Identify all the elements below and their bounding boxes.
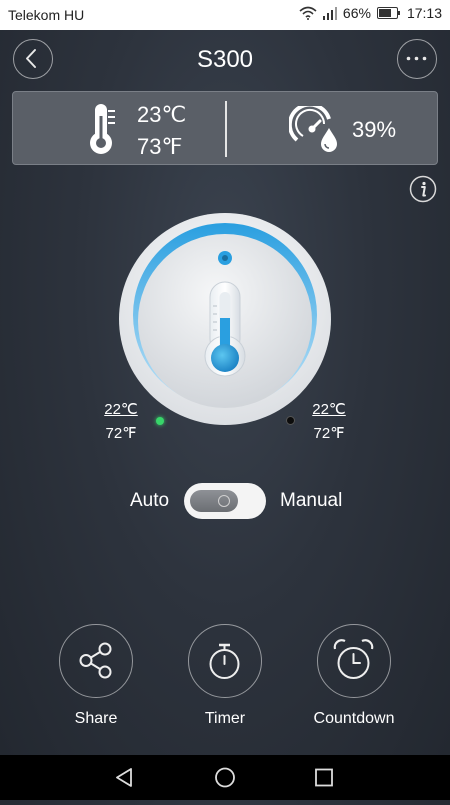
left-indicator-led <box>156 417 164 425</box>
current-temperature-f: 73℉ <box>137 134 183 159</box>
square-recents-icon <box>315 768 333 787</box>
panel-divider <box>225 101 227 157</box>
right-setpoint-f: 72℉ <box>313 425 345 442</box>
battery-icon <box>376 7 400 19</box>
page-title: S300 <box>196 46 254 73</box>
share-button[interactable] <box>59 624 133 698</box>
right-indicator-led <box>286 416 295 425</box>
wifi-icon <box>299 6 317 20</box>
right-setpoint-c: 22℃ <box>312 401 346 418</box>
system-nav-bar <box>0 755 450 800</box>
carrier-name: Telekom HU <box>8 7 85 23</box>
right-setpoint: 22℃ 72℉ <box>306 398 352 446</box>
alarm-clock-icon <box>333 639 374 679</box>
timer-label: Timer <box>204 710 246 727</box>
current-humidity: 39% <box>352 117 397 142</box>
left-setpoint-c: 22℃ <box>104 401 138 418</box>
nav-back-button[interactable] <box>94 755 154 800</box>
readings-panel: 23℃ 73℉ 39% <box>12 91 438 165</box>
left-setpoint: 22℃ 72℉ <box>98 398 144 446</box>
toggle-knob[interactable] <box>190 490 238 512</box>
humidity-gauge-icon <box>289 106 337 152</box>
nav-home-button[interactable] <box>195 755 255 800</box>
mode-auto-label[interactable]: Auto <box>130 490 169 512</box>
info-icon[interactable] <box>409 175 437 203</box>
battery-percent: 66% <box>342 5 371 21</box>
mode-toggle[interactable] <box>184 483 266 519</box>
signal-icon <box>322 6 337 20</box>
thermometer-icon <box>90 104 115 154</box>
triangle-back-icon <box>116 768 132 787</box>
more-horizontal-icon <box>406 56 427 61</box>
share-label: Share <box>74 710 118 727</box>
nav-recents-button[interactable] <box>294 755 354 800</box>
countdown-button[interactable] <box>317 624 391 698</box>
timer-button[interactable] <box>188 624 262 698</box>
clock: 17:13 <box>406 5 442 21</box>
stopwatch-icon <box>209 643 240 679</box>
temperature-dial[interactable] <box>116 210 334 428</box>
dial-graphic <box>119 213 331 425</box>
left-setpoint-f: 72℉ <box>105 425 137 442</box>
more-options-button[interactable] <box>397 39 437 79</box>
current-temperature-c: 23℃ <box>137 102 187 127</box>
mode-manual-label[interactable]: Manual <box>280 490 342 512</box>
countdown-label: Countdown <box>313 710 395 727</box>
status-bar: Telekom HU 66% 17:13 <box>0 0 450 30</box>
circle-home-icon <box>215 767 235 788</box>
share-icon <box>79 642 112 679</box>
